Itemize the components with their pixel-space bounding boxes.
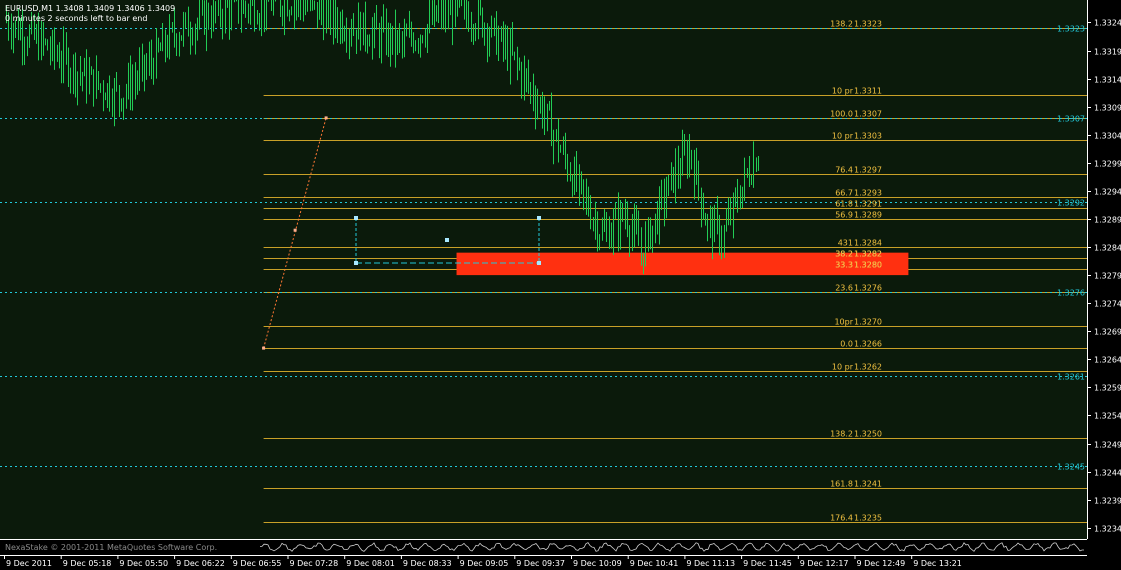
price-tick-label: 1.3254: [1094, 412, 1121, 421]
time-tick-label: 9 Dec 06:22: [176, 559, 225, 568]
time-tick-label: 9 Dec 13:21: [913, 559, 962, 568]
price-tick-label: 1.3249: [1094, 441, 1121, 450]
horizontal-line-label: 1.3323: [1057, 25, 1085, 34]
fib-level-label: 23.6: [835, 284, 853, 293]
fib-level-label: 61.8: [835, 200, 853, 209]
fib-level-value: 1.3297: [854, 166, 882, 175]
time-tick-label: 9 Dec 07:28: [290, 559, 339, 568]
time-tick-label: 9 Dec 06:55: [233, 559, 282, 568]
fib-level-value: 1.3241: [854, 480, 882, 489]
fib-level-value: 1.3303: [854, 132, 882, 141]
fib-level-label: 76.4: [835, 166, 853, 175]
time-tick-label: 9 Dec 11:45: [743, 559, 792, 568]
price-tick-label: 1.3234: [1094, 525, 1121, 534]
price-tick-label: 1.3264: [1094, 356, 1121, 365]
pattern-marker[interactable]: [354, 261, 358, 265]
price-tick-label: 1.3309: [1094, 104, 1121, 113]
price-tick-label: 1.3274: [1094, 300, 1121, 309]
time-tick-label: 9 Dec 10:41: [630, 559, 679, 568]
time-tick-label: 9 Dec 09:37: [516, 559, 565, 568]
fib-level-label: 0.0: [840, 340, 853, 349]
price-tick-label: 1.3259: [1094, 384, 1121, 393]
fib-level-label: 33.3: [835, 261, 853, 270]
price-tick-label: 1.3304: [1094, 132, 1121, 141]
time-tick-label: 9 Dec 12:49: [857, 559, 906, 568]
price-tick-label: 1.3314: [1094, 76, 1121, 85]
fib-level-value: 1.3291: [854, 200, 882, 209]
fib-level-label: 431: [838, 239, 853, 248]
time-tick-label: 9 Dec 05:50: [119, 559, 168, 568]
fib-level-label: 161.8: [830, 480, 853, 489]
fib-level-value: 1.3276: [854, 284, 882, 293]
fib-level-value: 1.3270: [854, 318, 882, 327]
fib-level-value: 1.3266: [854, 340, 882, 349]
fib-level-value: 1.3323: [854, 20, 882, 29]
fib-level-value: 1.3250: [854, 430, 882, 439]
time-tick-label: 9 Dec 2011: [6, 559, 52, 568]
price-tick-label: 1.3279: [1094, 272, 1121, 281]
trend-anchor-point[interactable]: [262, 346, 266, 350]
symbol-info: EURUSD,M1 1.3408 1.3409 1.3406 1.3409: [5, 4, 176, 13]
time-tick-label: 9 Dec 05:18: [63, 559, 112, 568]
price-tick-label: 1.3269: [1094, 328, 1121, 337]
horizontal-line-label: 1.3307: [1057, 115, 1085, 124]
fib-level-label: 10 pr: [832, 87, 854, 96]
price-chart[interactable]: 1.3323 1.3307 1.3292 1.3276 1.3261 1.3245 38.…: [0, 0, 1121, 570]
price-tick-label: 1.3239: [1094, 497, 1121, 506]
price-tick-label: 1.3319: [1094, 48, 1121, 57]
fib-level-label: 138.2: [830, 20, 853, 29]
fib-level-label: 10 pr: [832, 363, 854, 372]
horizontal-line-label: 1.3292: [1057, 199, 1085, 208]
fib-level-label: 10 pr: [832, 132, 854, 141]
horizontal-line-label: 1.3276: [1057, 289, 1085, 298]
trend-anchor-point[interactable]: [324, 116, 328, 120]
horizontal-line-label: 1.3261: [1057, 373, 1085, 382]
fib-level-value: 1.3280: [854, 261, 882, 270]
price-tick-label: 1.3289: [1094, 216, 1121, 225]
fib-level-value: 1.3289: [854, 211, 882, 220]
pattern-marker[interactable]: [445, 238, 449, 242]
pattern-marker[interactable]: [354, 216, 358, 220]
fib-level-value: 1.3262: [854, 363, 882, 372]
fib-level-label: 38.2: [835, 250, 853, 259]
price-tick-label: 1.3299: [1094, 160, 1121, 169]
time-tick-label: 9 Dec 10:09: [573, 559, 622, 568]
copyright-watermark: NexaStake © 2001-2011 MetaQuotes Softwar…: [5, 543, 218, 552]
time-tick-label: 9 Dec 09:05: [460, 559, 509, 568]
bar-timer: 0 minutes 2 seconds left to bar end: [5, 14, 148, 23]
price-tick-label: 1.3284: [1094, 244, 1121, 253]
fib-level-value: 1.3235: [854, 514, 882, 523]
fib-level-label: 66.7: [835, 189, 853, 198]
fib-level-label: 56.9: [835, 211, 853, 220]
pattern-marker[interactable]: [537, 216, 541, 220]
time-tick-label: 9 Dec 08:33: [403, 559, 452, 568]
price-tick-label: 1.3244: [1094, 469, 1121, 478]
fib-level-label: 138.2: [830, 430, 853, 439]
fib-level-value: 1.3307: [854, 110, 882, 119]
horizontal-line-label: 1.3245: [1057, 463, 1085, 472]
time-tick-label: 9 Dec 08:01: [346, 559, 395, 568]
fib-level-value: 1.3311: [854, 87, 882, 96]
fib-level-label: 176.4: [830, 514, 853, 523]
fib-level-value: 1.3284: [854, 239, 882, 248]
pattern-marker[interactable]: [537, 261, 541, 265]
fib-level-label: 10pr: [834, 318, 853, 327]
time-tick-label: 9 Dec 11:13: [686, 559, 735, 568]
fib-level-value: 1.3282: [854, 250, 882, 259]
trend-anchor-point[interactable]: [293, 228, 297, 232]
fib-level-value: 1.3293: [854, 189, 882, 198]
fib-level-label: 100.0: [830, 110, 853, 119]
price-tick-label: 1.3324: [1094, 19, 1121, 28]
time-tick-label: 9 Dec 12:17: [800, 559, 849, 568]
price-tick-label: 1.3294: [1094, 188, 1121, 197]
